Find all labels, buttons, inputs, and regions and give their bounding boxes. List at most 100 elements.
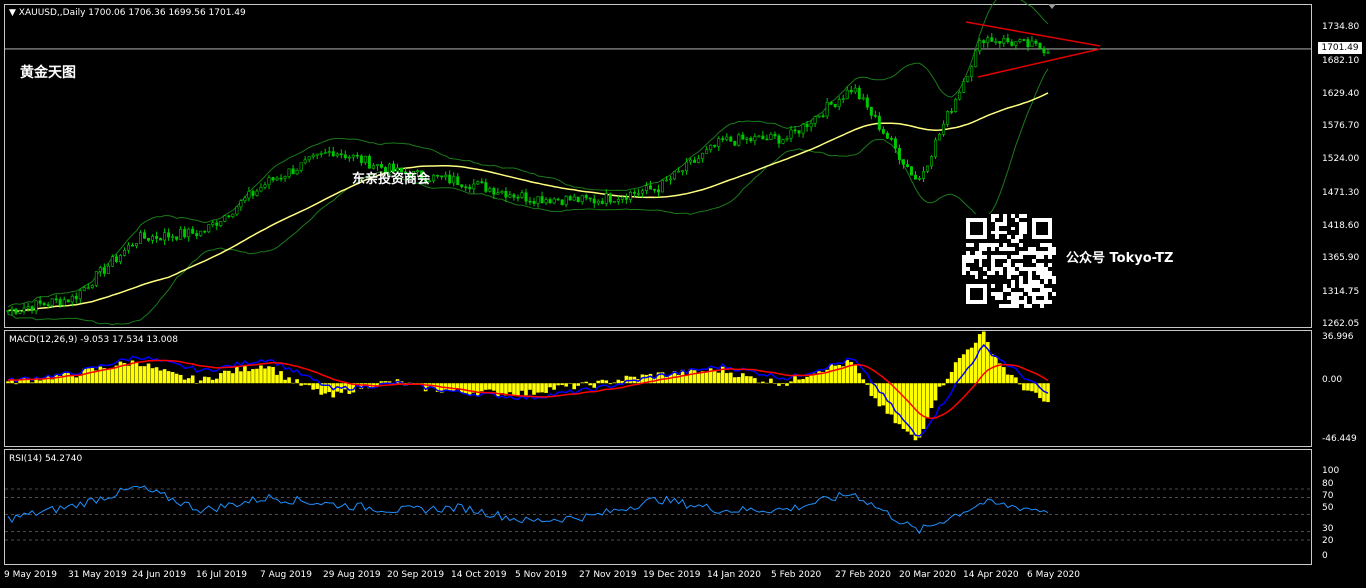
macd-histogram-bar xyxy=(255,368,259,384)
candle-body xyxy=(572,196,576,201)
macd-histogram-bar xyxy=(271,366,275,384)
macd-histogram-bar xyxy=(74,377,79,384)
macd-histogram-bar xyxy=(190,375,195,384)
candle-body xyxy=(877,115,881,130)
candle-body xyxy=(733,140,737,146)
macd-histogram-bar xyxy=(62,372,67,384)
current-price-label: 1701.49 xyxy=(1318,42,1362,54)
candle-body xyxy=(821,115,825,118)
candle-body xyxy=(130,244,134,247)
macd-histogram-bar xyxy=(556,383,560,386)
macd-histogram-bar xyxy=(829,363,833,384)
macd-histogram-bar xyxy=(38,380,42,384)
candle-body xyxy=(247,191,251,199)
candle-body xyxy=(331,151,335,157)
date-axis-tick: 20 Sep 2019 xyxy=(387,570,445,580)
candle-body xyxy=(797,130,801,134)
candle-body xyxy=(861,97,865,100)
macd-histogram-bar xyxy=(929,383,934,409)
macd-histogram-bar xyxy=(178,374,183,384)
candle-body xyxy=(829,102,833,105)
candle-body xyxy=(721,138,725,140)
candle-body xyxy=(978,40,982,52)
candle-body xyxy=(648,185,652,190)
candle-body xyxy=(367,155,371,169)
candle-body xyxy=(203,230,207,233)
macd-histogram-bar xyxy=(953,362,958,384)
macd-histogram-bar xyxy=(596,380,601,384)
macd-histogram-bar xyxy=(757,382,761,384)
candle-body xyxy=(693,159,697,163)
candle-body xyxy=(10,308,14,311)
macd-histogram-bar xyxy=(809,375,813,384)
candle-body xyxy=(624,196,628,200)
macd-histogram-bar xyxy=(588,383,593,386)
macd-histogram-bar xyxy=(777,383,781,386)
macd-histogram-bar xyxy=(206,377,211,384)
candle-body xyxy=(488,188,492,192)
candle-body xyxy=(1034,40,1038,44)
candle-body xyxy=(897,147,901,160)
macd-histogram-bar xyxy=(259,365,263,384)
macd-histogram-bar xyxy=(949,371,954,384)
macd-histogram-bar xyxy=(765,382,769,384)
price-axis-tick: 1576.70 xyxy=(1322,121,1360,131)
candle-body xyxy=(644,185,648,191)
date-axis-tick: 5 Nov 2019 xyxy=(515,570,567,580)
candle-body xyxy=(869,106,873,116)
macd-histogram-bar xyxy=(223,370,227,384)
macd-histogram-bar xyxy=(728,372,733,384)
macd-histogram-bar xyxy=(247,371,251,384)
candle-body xyxy=(476,181,480,185)
macd-histogram-bar xyxy=(580,382,585,384)
candle-body xyxy=(713,144,717,147)
macd-histogram-bar xyxy=(158,370,163,384)
candle-body xyxy=(492,188,496,195)
candle-body xyxy=(299,162,303,171)
macd-axis-tick: 0.00 xyxy=(1322,375,1343,385)
candle-body xyxy=(159,238,163,241)
candle-body xyxy=(825,102,829,117)
macd-histogram-bar xyxy=(845,360,850,384)
candle-body xyxy=(588,197,592,200)
candle-body xyxy=(576,196,580,203)
candle-body xyxy=(592,198,596,204)
dropdown-triangle-icon[interactable]: ▼ xyxy=(9,8,19,18)
macd-histogram-bar xyxy=(1022,383,1026,391)
macd-histogram-bar xyxy=(98,366,103,384)
candle-body xyxy=(568,196,572,201)
candle-body xyxy=(994,41,998,43)
candle-body xyxy=(183,229,187,238)
candle-body xyxy=(484,182,488,192)
candle-body xyxy=(335,153,339,157)
candle-body xyxy=(556,198,560,201)
macd-histogram-bar xyxy=(1006,374,1010,384)
macd-histogram-bar xyxy=(66,372,71,384)
macd-histogram-bar xyxy=(861,379,866,384)
candle-body xyxy=(946,111,950,125)
macd-histogram-bar xyxy=(933,383,938,401)
candle-body xyxy=(106,265,110,274)
macd-histogram-bar xyxy=(716,372,721,384)
candle-body xyxy=(82,287,86,291)
candle-body xyxy=(315,153,319,156)
candle-body xyxy=(853,87,857,93)
date-axis-tick: 16 Jul 2019 xyxy=(196,570,247,580)
candle-body xyxy=(717,138,721,147)
date-axis-tick: 29 Aug 2019 xyxy=(323,570,381,580)
candle-body xyxy=(472,183,476,190)
macd-histogram-bar xyxy=(560,383,564,386)
candle-body xyxy=(805,123,809,128)
macd-histogram-bar xyxy=(732,377,737,384)
macd-histogram-bar xyxy=(961,354,966,384)
macd-histogram-bar xyxy=(692,370,697,384)
candle-body xyxy=(697,158,701,163)
macd-histogram-bar xyxy=(1018,383,1022,385)
candle-body xyxy=(339,153,343,156)
candle-body xyxy=(813,116,817,124)
price-axis-tick: 1524.00 xyxy=(1322,154,1360,164)
macd-histogram-bar xyxy=(174,373,179,384)
macd-histogram-bar xyxy=(142,366,147,384)
macd-histogram-bar xyxy=(853,364,858,384)
macd-histogram-bar xyxy=(704,372,709,384)
